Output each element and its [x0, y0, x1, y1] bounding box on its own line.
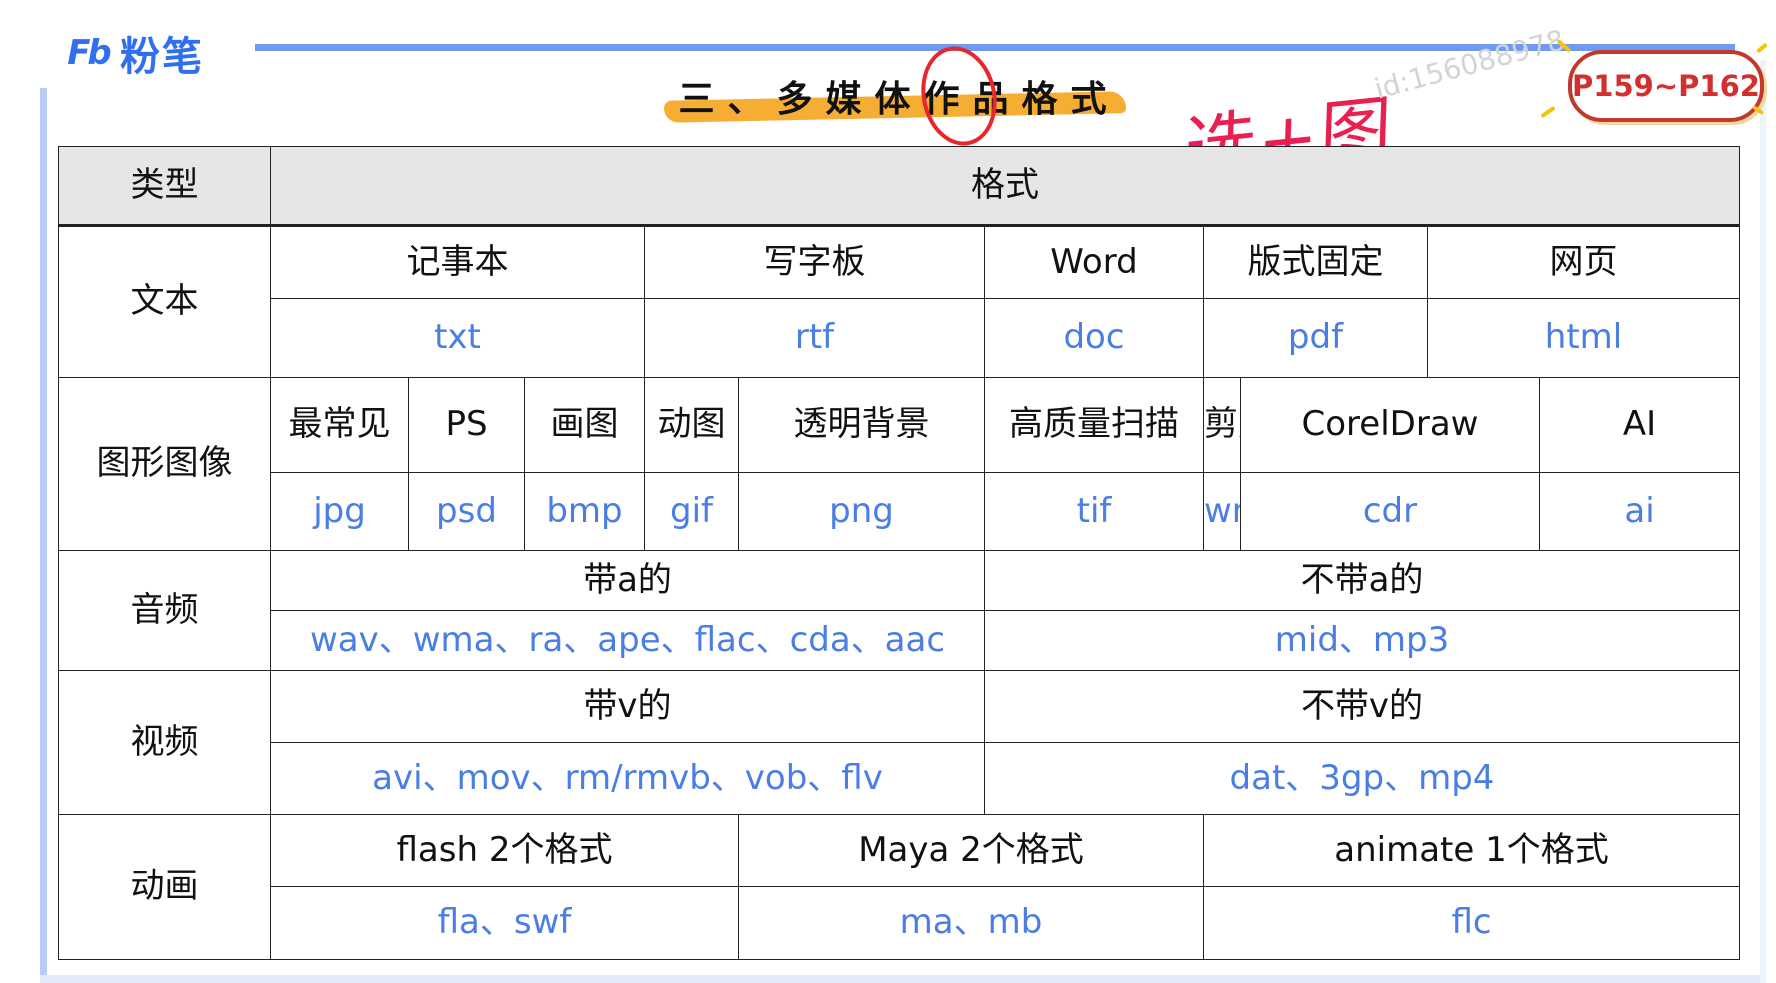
- animation-ext-cell: ma、mb: [738, 886, 1204, 960]
- frame-right-bar: [1760, 60, 1766, 983]
- text-ext-cell: rtf: [644, 298, 985, 378]
- table-row: 音频 带a的 不带a的: [58, 550, 1740, 671]
- video-ext-cell: dat、3gp、mp4: [984, 742, 1740, 815]
- animation-ext-cell: flc: [1203, 886, 1740, 960]
- text-ext-cell: doc: [984, 298, 1204, 378]
- animation-name-cell: flash 2个格式: [270, 814, 739, 887]
- annotation-circle: [912, 39, 1006, 153]
- frame-bottom-bar: [40, 975, 1760, 983]
- text-name-cell: 网页: [1427, 225, 1740, 299]
- image-name-cell: CorelDraw: [1240, 377, 1540, 473]
- text-ext-cell: html: [1427, 298, 1740, 378]
- page-reference-badge: P159~P162: [1568, 50, 1764, 122]
- text-name-cell: Word: [984, 225, 1204, 299]
- image-name-cell: 透明背景: [738, 377, 985, 473]
- table-row: jpg psd bmp gif png tif wmf cdr ai: [59, 472, 1740, 551]
- text-name-cell: 记事本: [270, 225, 645, 299]
- badge-spark-3: [1756, 42, 1768, 54]
- video-name-cell: 不带v的: [984, 670, 1740, 743]
- image-ext-cell: jpg: [270, 472, 409, 551]
- animation-name-cell: animate 1个格式: [1203, 814, 1740, 887]
- audio-ext-cell: mid、mp3: [984, 610, 1740, 671]
- image-name-cell: 高质量扫描: [984, 377, 1204, 473]
- animation-ext-cell: fla、swf: [270, 886, 739, 960]
- image-name-cell: AI: [1539, 377, 1740, 473]
- table-row: 文本 记事本 写字板 Word 版式固定 网页: [58, 225, 1740, 378]
- image-ext-cell: ai: [1539, 472, 1740, 551]
- category-video: 视频: [58, 670, 271, 815]
- header-format-cell: 格式: [270, 146, 1740, 227]
- text-name-cell: 版式固定: [1203, 225, 1428, 299]
- category-audio: 音频: [58, 550, 271, 671]
- audio-ext-cell: wav、wma、ra、ape、flac、cda、aac: [270, 610, 985, 671]
- image-name-cell: PS: [408, 377, 525, 473]
- video-ext-cell: avi、mov、rm/rmvb、vob、flv: [270, 742, 985, 815]
- table-row: avi、mov、rm/rmvb、vob、flv dat、3gp、mp4: [59, 742, 1740, 815]
- image-ext-cell: tif: [984, 472, 1204, 551]
- slide-title-block: 三、多媒体作品格式: [663, 66, 1127, 126]
- image-name-cell: 画图: [524, 377, 645, 473]
- table-header-row: 类型 格式: [58, 146, 1740, 227]
- logo-mark-icon: Fb: [67, 33, 112, 73]
- table-row: wav、wma、ra、ape、flac、cda、aac mid、mp3: [59, 610, 1740, 671]
- image-ext-cell: bmp: [524, 472, 645, 551]
- animation-name-cell: Maya 2个格式: [738, 814, 1204, 887]
- image-ext-cell: psd: [408, 472, 525, 551]
- category-animation: 动画: [58, 814, 271, 960]
- image-name-cell: 动图: [644, 377, 739, 473]
- audio-name-cell: 不带a的: [984, 550, 1740, 611]
- table-row: 动画 flash 2个格式 Maya 2个格式 animate 1个格式: [58, 814, 1740, 960]
- text-ext-cell: pdf: [1203, 298, 1428, 378]
- multimedia-format-table: 类型 格式 文本 记事本 写字板 Word 版式固定 网页 txt rtf do…: [58, 146, 1740, 960]
- image-name-cell: 最常见: [270, 377, 409, 473]
- table-row: txt rtf doc pdf html: [59, 298, 1740, 378]
- category-image: 图形图像: [58, 377, 271, 551]
- image-ext-cell: png: [738, 472, 985, 551]
- text-ext-cell: txt: [270, 298, 645, 378]
- image-ext-cell: gif: [644, 472, 739, 551]
- category-text: 文本: [58, 225, 271, 378]
- watermark: id:156088978: [1371, 23, 1569, 106]
- image-name-cell: 剪贴画: [1203, 377, 1241, 473]
- audio-name-cell: 带a的: [270, 550, 985, 611]
- image-ext-cell: cdr: [1240, 472, 1540, 551]
- table-row: fla、swf ma、mb flc: [59, 886, 1740, 960]
- header-type-cell: 类型: [58, 146, 271, 227]
- text-name-cell: 写字板: [644, 225, 985, 299]
- frame-left-bar: [40, 88, 47, 981]
- brand-logo: Fb 粉笔: [62, 28, 204, 80]
- video-name-cell: 带v的: [270, 670, 985, 743]
- slide-title: 三、多媒体作品格式: [678, 78, 1120, 120]
- badge-spark-2: [1540, 105, 1556, 119]
- logo-text: 粉笔: [120, 34, 204, 80]
- image-ext-cell: wmf: [1203, 472, 1241, 551]
- table-row: 图形图像 最常见 PS 画图 动图 透明背景 高质量扫描 剪贴画 CorelDr…: [58, 377, 1740, 551]
- table-row: 视频 带v的 不带v的: [58, 670, 1740, 815]
